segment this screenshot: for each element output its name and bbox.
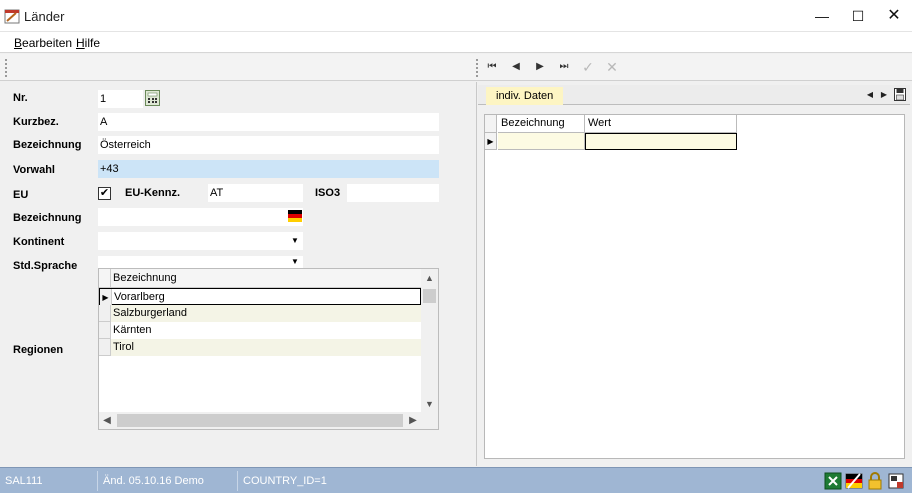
region-cell[interactable]: Salzburgerland bbox=[113, 307, 187, 319]
title-bar: Länder — ☐ ✕ bbox=[0, 0, 912, 32]
table-row[interactable]: Tirol bbox=[99, 339, 421, 356]
stdsprache-label: Std.Sprache bbox=[13, 260, 78, 272]
lock-icon[interactable] bbox=[866, 472, 884, 490]
kontinent-dropdown-icon[interactable]: ▼ bbox=[288, 233, 302, 249]
first-record-icon[interactable]: ⏮ bbox=[482, 58, 502, 76]
scroll-corner bbox=[421, 412, 438, 429]
column-header-bezeichnung[interactable]: Bezeichnung bbox=[113, 272, 177, 284]
form-panel: Nr. Kurzbez. Bezeichnung Vorwahl EU ✔ EU… bbox=[0, 82, 476, 466]
row-indicator-icon: ▶ bbox=[100, 289, 112, 306]
detail-panel: indiv. Daten ◀ ▶ Bezeichnung Wert ▶ bbox=[476, 82, 912, 466]
confirm-icon[interactable]: ✓ bbox=[578, 58, 598, 76]
regions-grid-header: Bezeichnung bbox=[99, 269, 421, 288]
bezeichnung-label: Bezeichnung bbox=[13, 139, 82, 151]
minimize-button[interactable]: — bbox=[804, 0, 840, 32]
eu-kennz-field[interactable] bbox=[208, 184, 303, 202]
menu-hilfe[interactable]: Hilfe bbox=[76, 36, 100, 50]
save-icon[interactable] bbox=[894, 88, 906, 101]
prev-record-icon[interactable]: ◀ bbox=[506, 58, 526, 76]
nr-label: Nr. bbox=[13, 92, 28, 104]
toolbar-grip[interactable] bbox=[476, 59, 479, 77]
status-record: COUNTRY_ID=1 bbox=[243, 475, 327, 487]
nr-field[interactable] bbox=[98, 90, 143, 108]
eu-label: EU bbox=[13, 189, 29, 201]
status-bar: SAL111 Änd. 05.10.16 Demo COUNTRY_ID=1 bbox=[0, 467, 912, 493]
scroll-thumb[interactable] bbox=[423, 289, 436, 303]
next-record-icon[interactable]: ▶ bbox=[530, 58, 550, 76]
row-indicator bbox=[99, 322, 111, 339]
column-header-wert[interactable]: Wert bbox=[585, 115, 737, 133]
maximize-button[interactable]: ☐ bbox=[840, 0, 876, 32]
bezeichnung-cell[interactable] bbox=[498, 133, 585, 150]
status-code: SAL111 bbox=[0, 471, 98, 491]
scroll-right-icon[interactable]: ▶ bbox=[405, 412, 421, 429]
header-indicator bbox=[99, 269, 111, 288]
row-indicator-icon: ▶ bbox=[485, 133, 497, 150]
region-cell[interactable]: Kärnten bbox=[113, 324, 152, 336]
bezeichnung2-label: Bezeichnung bbox=[13, 212, 82, 224]
tab-scroll-left-icon[interactable]: ◀ bbox=[864, 87, 876, 103]
eu-checkbox[interactable]: ✔ bbox=[98, 187, 111, 200]
stdsprache-select[interactable] bbox=[98, 256, 303, 268]
region-cell[interactable]: Vorarlberg bbox=[114, 291, 165, 303]
kurzbez-field[interactable] bbox=[98, 113, 439, 131]
row-indicator bbox=[99, 305, 111, 322]
kontinent-label: Kontinent bbox=[13, 236, 65, 248]
calculator-icon[interactable] bbox=[145, 90, 160, 106]
tab-strip: indiv. Daten ◀ ▶ bbox=[478, 85, 910, 105]
regionen-label: Regionen bbox=[13, 344, 64, 356]
kurzbez-label: Kurzbez. bbox=[13, 116, 59, 128]
regions-grid[interactable]: Bezeichnung ▶ Vorarlberg Salzburgerland … bbox=[98, 268, 439, 430]
tab-indiv-daten[interactable]: indiv. Daten bbox=[486, 87, 564, 105]
bezeichnung-field[interactable] bbox=[98, 136, 439, 154]
iso3-field[interactable] bbox=[347, 184, 439, 202]
german-flag-icon[interactable] bbox=[288, 210, 302, 222]
scroll-left-icon[interactable]: ◀ bbox=[99, 412, 115, 429]
toolbar-grip[interactable] bbox=[5, 59, 8, 77]
eu-kennz-label: EU-Kennz. bbox=[125, 187, 180, 199]
vorwahl-label: Vorwahl bbox=[13, 164, 55, 176]
app-icon bbox=[4, 9, 20, 24]
excel-icon[interactable] bbox=[824, 472, 842, 490]
horizontal-scrollbar[interactable]: ◀ ▶ bbox=[99, 412, 421, 429]
wert-cell[interactable] bbox=[585, 133, 737, 150]
menu-mnemonic: H bbox=[76, 36, 85, 50]
column-header-bezeichnung[interactable]: Bezeichnung bbox=[498, 115, 585, 133]
menu-bearbeiten[interactable]: Bearbeiten bbox=[14, 36, 72, 50]
toolbar: ⏮ ◀ ▶ ⏭ ✓ ✕ bbox=[0, 54, 912, 81]
window-title: Länder bbox=[24, 9, 65, 24]
table-row[interactable]: Kärnten bbox=[99, 322, 421, 339]
bezeichnung-de-field[interactable] bbox=[98, 208, 303, 226]
scroll-down-icon[interactable]: ▼ bbox=[421, 397, 438, 411]
menu-mnemonic: B bbox=[14, 36, 23, 50]
indiv-data-grid[interactable]: Bezeichnung Wert ▶ bbox=[484, 114, 905, 459]
status-changed: Änd. 05.10.16 Demo bbox=[98, 471, 238, 491]
language-flag-icon[interactable] bbox=[845, 472, 863, 490]
header-indicator bbox=[485, 115, 497, 133]
cancel-icon[interactable]: ✕ bbox=[602, 58, 622, 76]
tab-scroll-right-icon[interactable]: ▶ bbox=[878, 87, 890, 103]
table-row[interactable]: ▶ Vorarlberg bbox=[99, 288, 421, 306]
vorwahl-field[interactable] bbox=[98, 160, 439, 178]
menu-label: ilfe bbox=[84, 36, 101, 50]
iso3-label: ISO3 bbox=[315, 187, 341, 199]
kontinent-select[interactable] bbox=[98, 232, 303, 250]
last-record-icon[interactable]: ⏭ bbox=[554, 58, 574, 76]
vertical-scrollbar[interactable]: ▲ ▼ bbox=[421, 269, 438, 413]
row-indicator bbox=[99, 339, 111, 356]
scroll-up-icon[interactable]: ▲ bbox=[421, 271, 438, 285]
print-icon[interactable] bbox=[887, 472, 905, 490]
menu-label: earbeiten bbox=[22, 36, 73, 50]
close-button[interactable]: ✕ bbox=[876, 0, 912, 32]
scroll-thumb[interactable] bbox=[117, 414, 403, 427]
menu-bar: Bearbeiten Hilfe bbox=[0, 32, 912, 53]
stdsprache-dropdown-icon[interactable]: ▼ bbox=[288, 256, 302, 268]
table-row[interactable]: Salzburgerland bbox=[99, 305, 421, 322]
region-cell[interactable]: Tirol bbox=[113, 341, 134, 353]
